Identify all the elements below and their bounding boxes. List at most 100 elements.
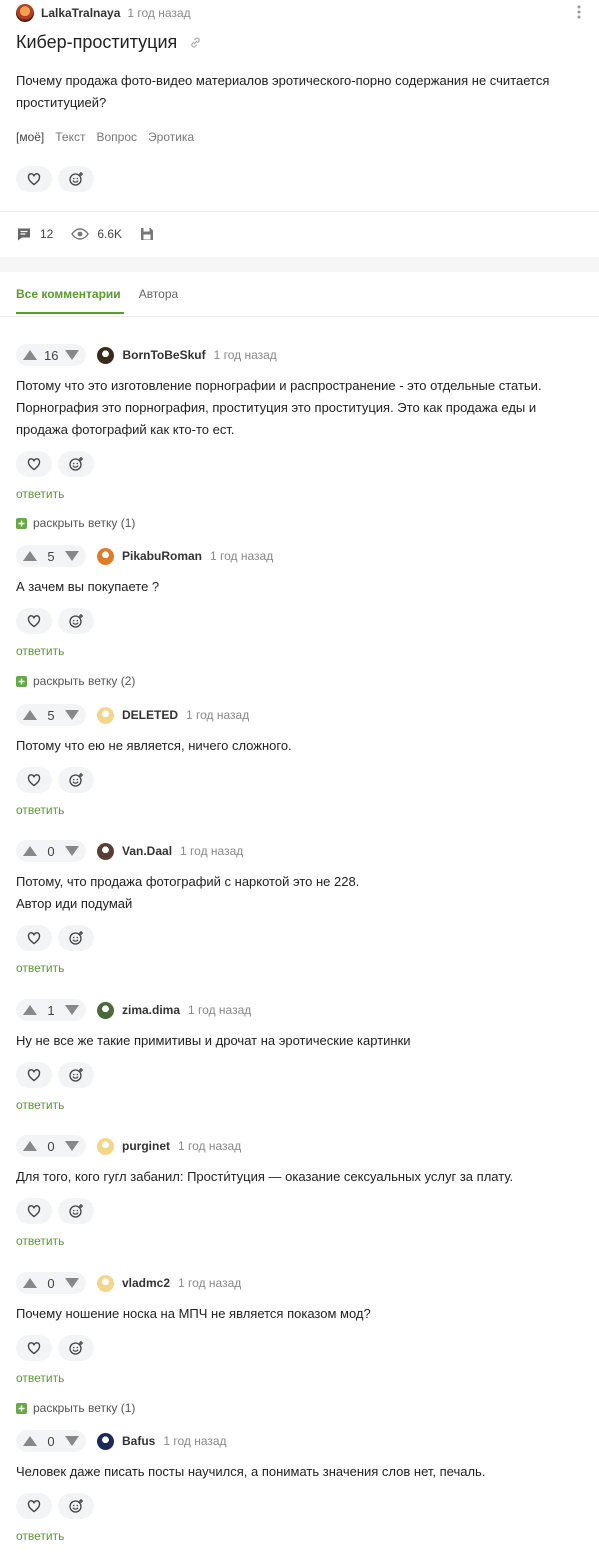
like-button[interactable] <box>16 767 52 793</box>
comments-stat[interactable]: 12 <box>16 226 53 242</box>
like-button[interactable] <box>16 608 52 634</box>
upvote-icon[interactable] <box>22 1435 38 1447</box>
author-avatar[interactable] <box>16 4 34 22</box>
add-reaction-button[interactable] <box>58 451 94 477</box>
comment-author[interactable]: zima.dima <box>122 1003 180 1017</box>
tag-moe[interactable]: [моё] <box>16 130 44 144</box>
vote-widget: 5 <box>16 545 86 567</box>
expand-thread-label: раскрыть ветку (1) <box>33 1401 136 1415</box>
smile-plus-icon <box>69 1068 83 1082</box>
section-separator <box>0 257 599 272</box>
comment-author[interactable]: Bafus <box>122 1434 155 1448</box>
add-reaction-button[interactable] <box>58 608 94 634</box>
vote-widget: 0 <box>16 1135 86 1157</box>
expand-thread-link[interactable]: раскрыть ветку (2) <box>16 674 135 688</box>
smile-plus-icon <box>69 1341 83 1355</box>
like-button[interactable] <box>16 1493 52 1519</box>
add-reaction-button[interactable] <box>58 925 94 951</box>
tag-erotica[interactable]: Эротика <box>148 130 194 144</box>
avatar[interactable] <box>97 547 114 565</box>
tag-text[interactable]: Текст <box>55 130 85 144</box>
comment-reactions <box>16 451 586 477</box>
comment-time: 1 год назад <box>163 1434 227 1448</box>
avatar[interactable] <box>97 842 114 860</box>
downvote-icon[interactable] <box>64 1277 80 1289</box>
divider <box>0 211 599 212</box>
expand-thread-link[interactable]: раскрыть ветку (1) <box>16 1401 135 1415</box>
upvote-icon[interactable] <box>22 349 38 361</box>
link-icon[interactable] <box>189 36 202 49</box>
like-button[interactable] <box>16 1198 52 1224</box>
downvote-icon[interactable] <box>64 349 80 361</box>
add-reaction-button[interactable] <box>58 166 94 192</box>
reply-link[interactable]: ответить <box>16 1098 64 1112</box>
post-author-name[interactable]: LalkaTralnaya <box>41 6 120 20</box>
comment-header: 0 Van.Daal 1 год назад <box>16 840 586 862</box>
vote-count: 0 <box>47 1275 55 1291</box>
add-reaction-button[interactable] <box>58 1493 94 1519</box>
reply-link[interactable]: ответить <box>16 961 64 975</box>
more-options-icon[interactable] <box>577 5 583 19</box>
comment-text: Потому что это изготовление порнографии … <box>16 378 542 437</box>
add-reaction-button[interactable] <box>58 1198 94 1224</box>
post-title[interactable]: Кибер-проституция <box>16 32 177 53</box>
avatar[interactable] <box>97 1137 114 1155</box>
avatar[interactable] <box>97 1432 114 1450</box>
comment-author[interactable]: BornToBeSkuf <box>122 348 205 362</box>
upvote-icon[interactable] <box>22 1140 38 1152</box>
downvote-icon[interactable] <box>64 1004 80 1016</box>
downvote-icon[interactable] <box>64 709 80 721</box>
reply-link[interactable]: ответить <box>16 1529 64 1543</box>
downvote-icon[interactable] <box>64 550 80 562</box>
comment-author[interactable]: Van.Daal <box>122 844 172 858</box>
heart-icon <box>27 1069 41 1082</box>
comment-author[interactable]: purginet <box>122 1139 170 1153</box>
downvote-icon[interactable] <box>64 845 80 857</box>
avatar[interactable] <box>97 706 114 724</box>
reply-link[interactable]: ответить <box>16 1371 64 1385</box>
like-button[interactable] <box>16 1335 52 1361</box>
vote-count: 0 <box>47 843 55 859</box>
heart-icon <box>27 774 41 787</box>
like-button[interactable] <box>16 925 52 951</box>
upvote-icon[interactable] <box>22 1277 38 1289</box>
avatar[interactable] <box>97 346 115 364</box>
add-reaction-button[interactable] <box>58 1335 94 1361</box>
heart-icon <box>27 1500 41 1513</box>
smile-plus-icon <box>69 172 83 186</box>
comment-text: Человек даже писать посты научился, а по… <box>16 1464 486 1479</box>
upvote-icon[interactable] <box>22 709 38 721</box>
comment-text: Потому что ею не является, ничего сложно… <box>16 738 292 753</box>
tab-all-comments[interactable]: Все комментарии <box>16 287 121 301</box>
tab-author[interactable]: Автора <box>139 287 179 301</box>
avatar[interactable] <box>97 1274 114 1292</box>
like-button[interactable] <box>16 1062 52 1088</box>
active-tab-underline <box>16 312 124 314</box>
like-button[interactable] <box>16 451 52 477</box>
downvote-icon[interactable] <box>64 1140 80 1152</box>
upvote-icon[interactable] <box>22 845 38 857</box>
add-reaction-button[interactable] <box>58 767 94 793</box>
avatar[interactable] <box>97 1001 114 1019</box>
upvote-icon[interactable] <box>22 1004 38 1016</box>
expand-thread-label: раскрыть ветку (1) <box>33 516 136 530</box>
reply-link[interactable]: ответить <box>16 487 64 501</box>
comment: 0 Bafus 1 год назад Человек даже писать пос… <box>16 1430 586 1543</box>
expand-thread-link[interactable]: раскрыть ветку (1) <box>16 516 135 530</box>
vote-widget: 16 <box>16 344 87 366</box>
reply-link[interactable]: ответить <box>16 803 64 817</box>
upvote-icon[interactable] <box>22 550 38 562</box>
comment-reactions <box>16 1335 586 1361</box>
comment-author[interactable]: vladmc2 <box>122 1276 170 1290</box>
comment-reactions <box>16 1062 586 1088</box>
add-reaction-button[interactable] <box>58 1062 94 1088</box>
tag-question[interactable]: Вопрос <box>96 130 137 144</box>
save-button[interactable] <box>140 227 154 241</box>
comment-author[interactable]: PikabuRoman <box>122 549 202 563</box>
downvote-icon[interactable] <box>64 1435 80 1447</box>
reply-link[interactable]: ответить <box>16 644 64 658</box>
comment-header: 5 PikabuRoman 1 год назад <box>16 545 586 567</box>
reply-link[interactable]: ответить <box>16 1234 64 1248</box>
like-button[interactable] <box>16 166 52 192</box>
comment-author[interactable]: DELETED <box>122 708 178 722</box>
